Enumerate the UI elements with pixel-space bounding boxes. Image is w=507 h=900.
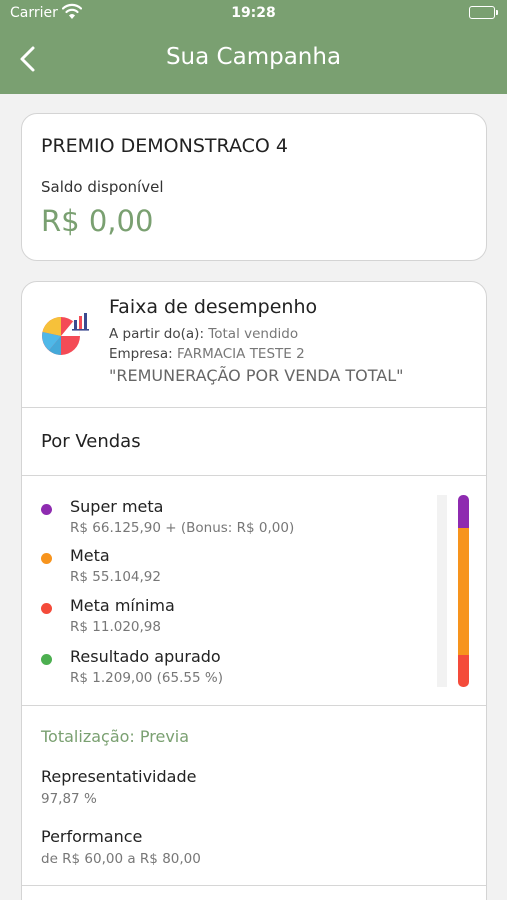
remuneration-text: "REMUNERAÇÃO POR VENDA TOTAL" — [109, 366, 404, 385]
from-row: A partir do(a): Total vendido — [109, 326, 298, 342]
totalization-title: Totalização: Previa — [41, 727, 190, 746]
company-row: Empresa: FARMACIA TESTE 2 — [109, 346, 305, 362]
page-title: Sua Campanha — [165, 44, 342, 70]
super-meta-dot-icon — [41, 504, 52, 515]
battery-icon — [469, 6, 498, 19]
clock: 19:28 — [231, 5, 276, 21]
section-title: Por Vendas — [41, 431, 141, 452]
goal-name: Meta mínima — [70, 596, 175, 615]
divider — [22, 475, 486, 476]
meta-minima-segment — [458, 655, 469, 687]
super-meta-segment — [458, 495, 469, 528]
performance-title: Faixa de desempenho — [109, 296, 318, 318]
from-value: Total vendido — [208, 326, 299, 342]
balance-value: R$ 0,00 — [41, 204, 154, 238]
divider — [22, 407, 486, 408]
goal-value: R$ 66.125,90 + (Bonus: R$ 0,00) — [70, 520, 295, 536]
performance-label: Performance — [41, 827, 143, 846]
goal-value: R$ 55.104,92 — [70, 569, 161, 585]
campaign-name: PREMIO DEMONSTRACO 4 — [41, 135, 288, 157]
divider — [22, 705, 486, 706]
goal-progress-bar — [458, 495, 469, 687]
goal-name: Super meta — [70, 497, 164, 516]
goal-name: Meta — [70, 546, 110, 565]
resultado-dot-icon — [41, 654, 52, 665]
performance-card: Faixa de desempenho A partir do(a): Tota… — [21, 281, 487, 900]
company-label: Empresa: — [109, 346, 173, 362]
goal-name: Resultado apurado — [70, 647, 221, 666]
status-bar: Carrier 19:28 — [0, 0, 507, 26]
representatividade-label: Representatividade — [41, 767, 197, 786]
company-value: FARMACIA TESTE 2 — [176, 346, 305, 362]
pie-chart-icon — [39, 312, 89, 356]
meta-segment — [458, 528, 469, 655]
nav-bar: Sua Campanha — [0, 26, 507, 94]
goal-value: R$ 11.020,98 — [70, 619, 161, 635]
goal-value: R$ 1.209,00 (65.55 %) — [70, 670, 223, 686]
balance-label: Saldo disponível — [41, 178, 164, 196]
divider — [22, 885, 486, 886]
campaign-card: PREMIO DEMONSTRACO 4 Saldo disponível R$… — [21, 113, 487, 261]
performance-value: de R$ 60,00 a R$ 80,00 — [41, 851, 201, 867]
meta-minima-dot-icon — [41, 603, 52, 614]
progress-track — [437, 495, 447, 687]
from-label: A partir do(a): — [109, 326, 204, 342]
representatividade-value: 97,87 % — [41, 791, 97, 807]
meta-dot-icon — [41, 553, 52, 564]
